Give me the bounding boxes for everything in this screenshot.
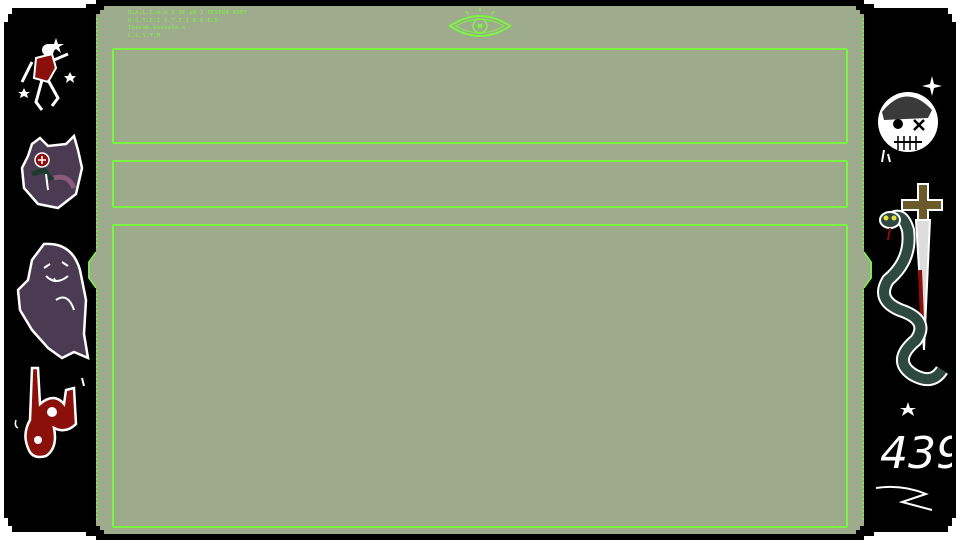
header-line: R.S.Y.E I S.T.E I B.R.E.B: [128, 17, 219, 24]
header-line: B.A.L.E.A.W I SE.pB I SEVERB-BOEY: [128, 10, 248, 16]
header-line: L.L.S.Y.M: [128, 32, 161, 39]
blood-letters-sticker: [14, 366, 85, 459]
cat-sticker: [20, 134, 84, 210]
overlay-frame: B.A.L.E.A.W I SE.pB I SEVERB-BOEY R.S.Y.…: [0, 0, 960, 540]
top-panel: [112, 48, 848, 144]
ghost-sticker: [16, 242, 90, 361]
header-info: B.A.L.E.A.W I SE.pB I SEVERB-BOEY R.S.Y.…: [128, 10, 318, 40]
snake-dagger-sticker: [877, 183, 948, 387]
main-panel: [112, 224, 848, 528]
eye-icon: [448, 8, 512, 37]
number-art-text: 439: [880, 428, 952, 479]
dancing-figure-sticker: [18, 38, 76, 111]
header-line: Ibesab.bespaSe.n: [128, 25, 186, 31]
skull-sticker: [878, 76, 942, 163]
number-art-sticker: 439: [875, 402, 952, 511]
middle-panel: [112, 160, 848, 208]
